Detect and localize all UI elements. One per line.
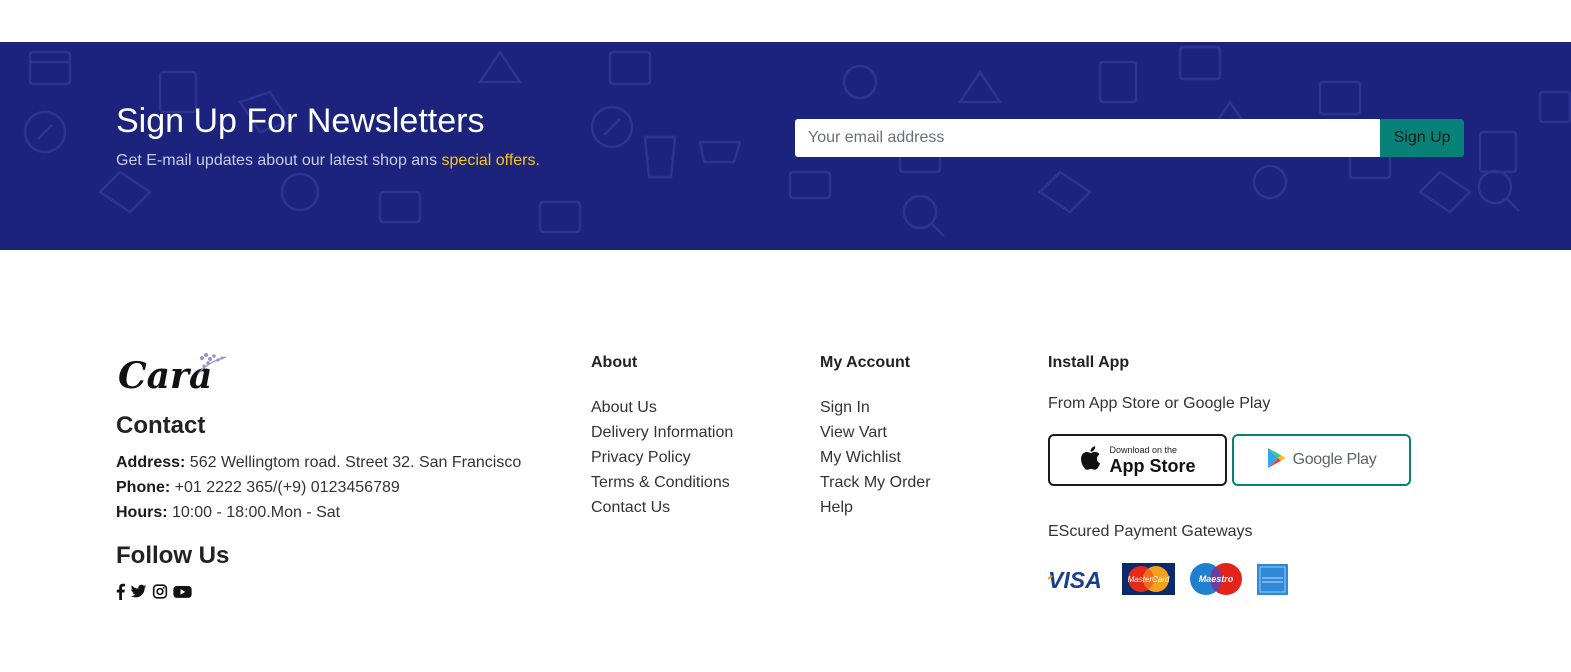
visa-icon: VISA: [1047, 567, 1108, 595]
newsletter-subtitle-text: Get E-mail updates about our latest shop…: [116, 152, 442, 169]
svg-text:VISA: VISA: [1048, 568, 1102, 590]
payment-gateways-title: EScured Payment Gateways: [1048, 523, 1253, 540]
app-store-button[interactable]: Download on the App Store: [1048, 434, 1227, 486]
instagram-icon[interactable]: [152, 583, 168, 600]
account-link-track-order[interactable]: Track My Order: [820, 470, 931, 495]
phone-value: +01 2222 365/(+9) 0123456789: [170, 479, 400, 496]
phone-label: Phone:: [116, 479, 171, 496]
account-link-sign-in[interactable]: Sign In: [820, 395, 931, 420]
facebook-icon[interactable]: [116, 583, 125, 600]
newsletter-subtitle: Get E-mail updates about our latest shop…: [116, 152, 540, 170]
sign-up-button[interactable]: Sign Up: [1380, 119, 1464, 157]
follow-us-title: Follow Us: [116, 542, 230, 569]
about-link-about-us[interactable]: About Us: [591, 395, 733, 420]
social-icons: [116, 583, 192, 600]
install-app-subtitle: From App Store or Google Play: [1048, 395, 1271, 412]
about-link-contact-us[interactable]: Contact Us: [591, 495, 733, 520]
account-links: Sign In View Vart My Wichlist Track My O…: [820, 395, 931, 520]
youtube-icon[interactable]: [173, 583, 192, 600]
app-store-small-text: Download on the: [1109, 444, 1178, 455]
cara-logo[interactable]: Cara: [116, 350, 228, 394]
contact-title: Contact: [116, 412, 206, 439]
my-account-title: My Account: [820, 354, 911, 371]
apple-icon: [1079, 445, 1101, 476]
account-link-help[interactable]: Help: [820, 495, 931, 520]
payment-icons: VISA MasterCard Maestro: [1047, 562, 1288, 601]
about-title: About: [591, 354, 638, 371]
address-label: Address:: [116, 454, 186, 471]
contact-phone: Phone: +01 2222 365/(+9) 0123456789: [116, 479, 400, 497]
maestro-icon: Maestro: [1189, 562, 1243, 601]
about-link-delivery-information[interactable]: Delivery Information: [591, 420, 733, 445]
account-link-wishlist[interactable]: My Wichlist: [820, 445, 931, 470]
svg-text:Maestro: Maestro: [1199, 574, 1234, 584]
amex-icon: [1257, 563, 1288, 600]
about-link-terms-conditions[interactable]: Terms & Conditions: [591, 470, 733, 495]
about-link-privacy-policy[interactable]: Privacy Policy: [591, 445, 733, 470]
google-play-label: Google Play: [1292, 451, 1377, 468]
google-play-icon: [1267, 447, 1287, 474]
hours-label: Hours:: [116, 504, 168, 521]
contact-address: Address: 562 Wellingtom road. Street 32.…: [116, 454, 521, 472]
account-link-view-cart[interactable]: View Vart: [820, 420, 931, 445]
twitter-icon[interactable]: [130, 583, 147, 600]
mastercard-icon: MasterCard: [1122, 563, 1175, 600]
special-offers-highlight: special offers.: [441, 152, 540, 169]
contact-hours: Hours: 10:00 - 18:00.Mon - Sat: [116, 504, 340, 522]
newsletter-form: Sign Up: [795, 119, 1464, 157]
newsletter-title: Sign Up For Newsletters: [116, 102, 485, 140]
address-value: 562 Wellingtom road. Street 32. San Fran…: [185, 454, 522, 471]
google-play-button[interactable]: Google Play: [1232, 434, 1411, 486]
app-store-label: App Store: [1109, 455, 1196, 476]
newsletter-banner: Sign Up For Newsletters Get E-mail updat…: [0, 42, 1571, 250]
email-input[interactable]: [795, 119, 1381, 157]
hours-value: 10:00 - 18:00.Mon - Sat: [167, 504, 341, 521]
install-app-title: Install App: [1048, 354, 1130, 371]
about-links: About Us Delivery Information Privacy Po…: [591, 395, 733, 520]
svg-text:Cara: Cara: [118, 355, 212, 394]
svg-text:MasterCard: MasterCard: [1128, 575, 1170, 584]
